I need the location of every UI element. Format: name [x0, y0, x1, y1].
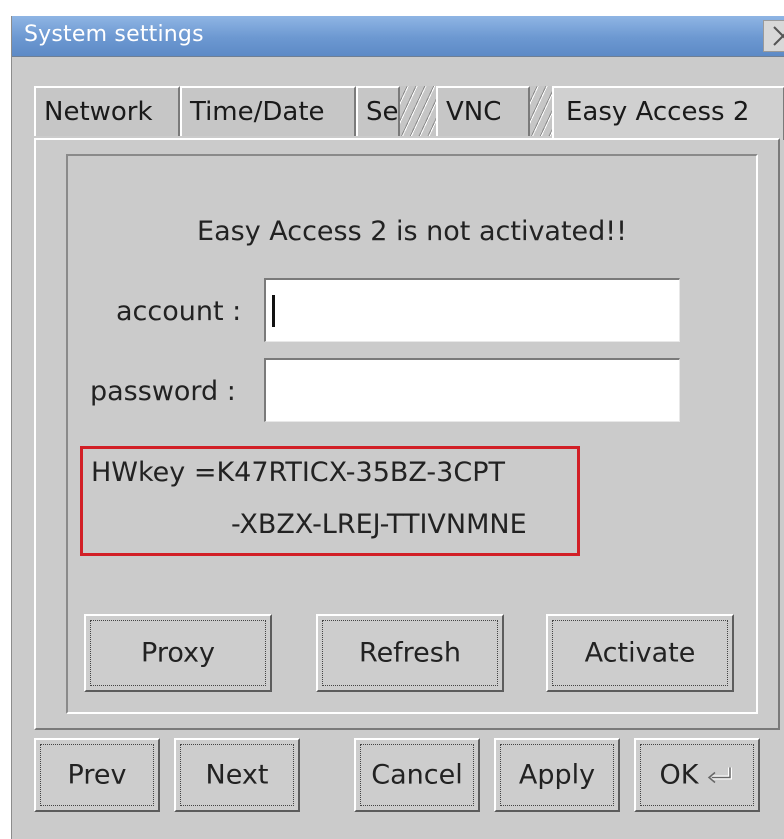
- hwkey-highlight: HWkey =K47RTICX-35BZ-3CPT -XBZX-LREJ-TTI…: [80, 446, 580, 556]
- easy-access-group: Easy Access 2 is not activated!! account…: [66, 154, 758, 714]
- password-label: password :: [90, 376, 236, 407]
- refresh-label: Refresh: [359, 637, 461, 669]
- tab-time-date-label: Time/Date: [190, 97, 325, 127]
- text-caret: [272, 294, 275, 327]
- system-settings-window: System settings Network Time/Date Se VNC…: [11, 16, 784, 839]
- close-icon: [773, 26, 784, 46]
- proxy-button[interactable]: Proxy: [84, 614, 272, 692]
- tab-security[interactable]: Se: [356, 86, 400, 136]
- prev-button[interactable]: Prev: [34, 738, 160, 812]
- apply-button[interactable]: Apply: [494, 738, 620, 812]
- tab-hatch-divider: [400, 86, 436, 136]
- enter-icon: [708, 767, 733, 783]
- next-label: Next: [205, 759, 269, 791]
- hwkey-line-2: -XBZX-LREJ-TTIVNMNE: [231, 509, 527, 540]
- tab-network[interactable]: Network: [34, 86, 180, 136]
- refresh-button[interactable]: Refresh: [316, 614, 504, 692]
- tab-easy-access-2-label: Easy Access 2: [566, 97, 750, 127]
- tab-time-date[interactable]: Time/Date: [180, 86, 356, 136]
- tab-network-label: Network: [44, 97, 153, 127]
- account-field[interactable]: [264, 278, 680, 342]
- account-label: account :: [116, 296, 242, 327]
- title-bar[interactable]: System settings: [12, 16, 784, 57]
- tab-bar: Network Time/Date Se VNC Easy Access 2: [34, 86, 784, 140]
- tab-security-label: Se: [366, 97, 399, 127]
- window-title: System settings: [24, 22, 204, 47]
- tab-hatch-divider-2: [530, 86, 552, 136]
- tab-content-panel: Easy Access 2 is not activated!! account…: [34, 138, 780, 730]
- tab-easy-access-2[interactable]: Easy Access 2: [552, 86, 784, 140]
- password-field[interactable]: [264, 358, 680, 422]
- proxy-label: Proxy: [141, 637, 215, 669]
- tab-vnc-label: VNC: [446, 97, 502, 127]
- ok-button[interactable]: OK: [634, 738, 760, 812]
- cancel-label: Cancel: [371, 759, 463, 791]
- prev-label: Prev: [67, 759, 127, 791]
- apply-label: Apply: [518, 759, 596, 791]
- activate-button[interactable]: Activate: [546, 614, 734, 692]
- close-button[interactable]: [763, 20, 784, 52]
- next-button[interactable]: Next: [174, 738, 300, 812]
- tab-vnc[interactable]: VNC: [436, 86, 530, 136]
- hwkey-line-1: HWkey =K47RTICX-35BZ-3CPT: [91, 457, 505, 488]
- ok-label: OK: [659, 759, 699, 791]
- activation-status: Easy Access 2 is not activated!!: [197, 216, 627, 247]
- cancel-button[interactable]: Cancel: [354, 738, 480, 812]
- activate-label: Activate: [584, 637, 696, 669]
- ok-label-wrap: OK: [636, 760, 758, 791]
